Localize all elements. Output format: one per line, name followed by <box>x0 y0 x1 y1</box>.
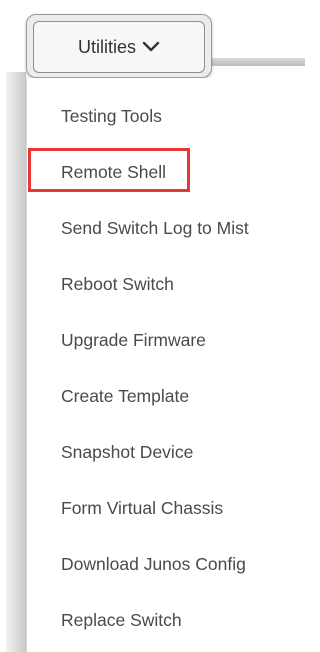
dropdown-shadow-top <box>200 58 305 66</box>
menu-item-form-virtual-chassis[interactable]: Form Virtual Chassis <box>61 497 223 519</box>
menu-item-download-junos-config[interactable]: Download Junos Config <box>61 553 246 575</box>
menu-item-send-switch-log[interactable]: Send Switch Log to Mist <box>61 217 249 239</box>
menu-item-create-template[interactable]: Create Template <box>61 385 189 407</box>
remote-shell-highlight-box <box>28 148 190 192</box>
menu-item-reboot-switch[interactable]: Reboot Switch <box>61 273 174 295</box>
menu-item-testing-tools[interactable]: Testing Tools <box>61 105 162 127</box>
menu-item-replace-switch[interactable]: Replace Switch <box>61 609 182 631</box>
chevron-down-icon <box>142 41 160 52</box>
utilities-dropdown-screenshot: Utilities Testing Tools Remote Shell Sen… <box>0 0 305 652</box>
dropdown-shadow-left <box>6 72 26 652</box>
menu-item-upgrade-firmware[interactable]: Upgrade Firmware <box>61 329 206 351</box>
menu-item-snapshot-device[interactable]: Snapshot Device <box>61 441 193 463</box>
utilities-button[interactable]: Utilities <box>33 21 205 73</box>
utilities-button-label: Utilities <box>77 36 136 57</box>
